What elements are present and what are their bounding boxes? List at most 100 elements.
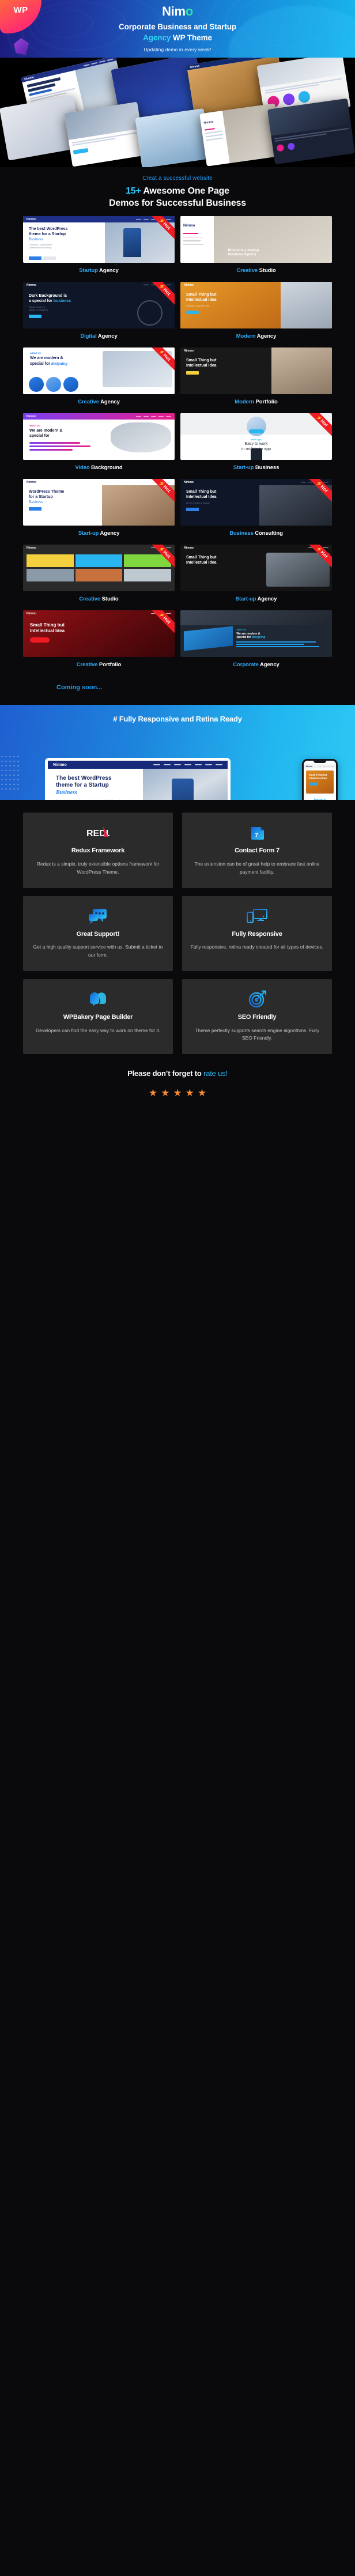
demo-label-highlight: Startup xyxy=(79,267,98,274)
demo-label-rest: Agency xyxy=(97,333,118,340)
demo-thumbnail[interactable]: Nimmo Small Thing but Intellectual Idea We … xyxy=(180,479,332,526)
feature-description: Developers can find the easy way to work… xyxy=(36,1027,160,1033)
demo-label: Business Consulting xyxy=(180,530,332,537)
demo-thumbnail[interactable]: Nimmo WordPress Theme for a Startup Busines… xyxy=(23,479,175,526)
feature-title: WPBakery Page Builder xyxy=(63,1013,133,1021)
demo-card[interactable]: Nimmo Small Thing but Intellectual Idea ⚡Ho… xyxy=(180,545,332,606)
laptop-hero-image xyxy=(143,769,228,800)
demo-card[interactable]: Nimmo The best WordPress theme for a Start… xyxy=(23,216,175,277)
demos-title-line2: Demos for Successful Business xyxy=(109,198,246,209)
svg-text:7: 7 xyxy=(255,832,258,839)
demo-label-rest: Agency xyxy=(259,662,280,668)
chat-bubbles-icon xyxy=(31,906,165,926)
demo-label: Startup Agency xyxy=(23,267,175,274)
star-icon[interactable]: ★ xyxy=(173,1088,182,1098)
demo-thumbnail[interactable]: Nimmo ABOUT US We are modern & special for xyxy=(23,413,175,460)
demo-label-rest: Agency xyxy=(100,530,120,537)
phone-mockup: Nimmo Small Thing but Intellectual Idea … xyxy=(302,759,338,800)
demo-label-rest: Consulting xyxy=(255,530,283,537)
rating-stars[interactable]: ★ ★ ★ ★ ★ xyxy=(0,1088,355,1098)
phone-nav-logo: Nimmo xyxy=(306,765,312,768)
demo-thumbnail[interactable]: Nimmo ⚡Hot xyxy=(23,545,175,592)
feature-title: Great Support! xyxy=(76,930,120,938)
star-icon[interactable]: ★ xyxy=(198,1088,206,1098)
star-icon[interactable]: ★ xyxy=(149,1088,157,1098)
demo-thumbnail[interactable]: Nimmo Small Thing but Intellectual Idea xyxy=(180,348,332,395)
demo-thumbnail[interactable]: Nimmo Small Thing but Intellectual Idea ⚡Ho… xyxy=(23,610,175,658)
demo-label-highlight: Creative xyxy=(79,596,101,603)
demo-card[interactable]: Nimmo Small Thing but Intellectual Idea Con… xyxy=(180,282,332,343)
demo-card[interactable]: Nimmo Small Thing but Intellectual Idea ⚡Ho… xyxy=(23,610,175,671)
demo-label: Digital Agency xyxy=(23,333,175,339)
laptop-headline-line2: theme for a Startup xyxy=(56,782,109,789)
demo-label-rest: Agency xyxy=(99,267,119,274)
dot-pattern xyxy=(0,754,21,791)
demo-thumbnail[interactable]: Nimmo Dark Background is a special for bus… xyxy=(23,282,175,329)
demo-label: Start-up Business xyxy=(180,464,332,471)
feature-title: Redux Framework xyxy=(71,847,125,855)
demo-thumbnail[interactable]: Nimmo Small Thing but Intellectual Idea ⚡Ho… xyxy=(180,545,332,592)
demo-label-rest: Agency xyxy=(257,596,277,603)
feature-title: Fully Responsive xyxy=(232,930,282,938)
collage-mockup xyxy=(267,98,355,165)
demos-grid: Nimmo The best WordPress theme for a Start… xyxy=(0,209,355,671)
demo-label: Corporate Agency xyxy=(180,662,332,668)
wpbakery-logo-icon xyxy=(31,989,165,1009)
footer-title: Please don’t forget to rate us! xyxy=(0,1069,355,1078)
phone-navbar: Nimmo xyxy=(304,764,336,769)
demo-label-highlight: Business xyxy=(229,530,254,537)
demo-thumbnail[interactable]: Nimmo The best WordPress theme for a Start… xyxy=(23,216,175,263)
feature-title: Contact Form 7 xyxy=(235,847,280,855)
coming-soon-label: Coming soon... xyxy=(56,684,103,692)
feature-title: SEO Friendly xyxy=(237,1013,277,1021)
contact-form-icon: 7 xyxy=(190,823,324,843)
demo-thumbnail[interactable]: Nimmo Nimmo is a startup business Agency xyxy=(180,216,332,263)
collage-mockup xyxy=(64,101,146,167)
demo-card[interactable]: ABOUT US We are modern & special for desig… xyxy=(180,610,332,671)
mockup-collage: Nimmo Nimmo Nimmo xyxy=(0,58,355,167)
demo-label-rest: Studio xyxy=(259,267,276,274)
laptop-headline-line1: The best WordPress xyxy=(56,775,112,782)
demo-card[interactable]: Nimmo Nimmo is a startup business Agency Cr… xyxy=(180,216,332,277)
collage-mockup xyxy=(135,108,211,167)
phone-notch xyxy=(314,761,326,764)
demo-thumbnail[interactable]: ABOUT US We are modern & special for desig… xyxy=(180,610,332,658)
demo-label: Creative Portfolio xyxy=(23,662,175,668)
demos-title: 15+ Awesome One Page Demos for Successfu… xyxy=(0,185,355,209)
demo-card[interactable]: Nimmo ABOUT US We are modern & special for V… xyxy=(23,413,175,474)
demo-card[interactable]: Mobile AppsEasy to workin mobile by app⚡… xyxy=(180,413,332,474)
demo-card[interactable]: Nimmo ⚡Hot Creative Studio xyxy=(23,545,175,606)
demo-label-highlight: Modern xyxy=(236,333,256,340)
demo-card[interactable]: Nimmo Small Thing but Intellectual Idea Mod… xyxy=(180,348,332,409)
demo-label: Modern Portfolio xyxy=(180,399,332,405)
feature-card: Fully Responsive Fully responsive, retina… xyxy=(182,896,332,971)
demo-label-rest: Portfolio xyxy=(255,399,278,406)
hero-tagline-rest: WP Theme xyxy=(172,33,212,42)
demo-thumbnail[interactable]: ABOUT US We are modern & special for desig… xyxy=(23,348,175,395)
demo-label-highlight: Creative xyxy=(76,662,98,668)
feature-card: 7 Contact Form 7 The extension can be of g… xyxy=(182,813,332,888)
demo-card[interactable]: Nimmo WordPress Theme for a Startup Busines… xyxy=(23,479,175,540)
star-icon[interactable]: ★ xyxy=(161,1088,169,1098)
feature-card: Great Support! Get a high quality support… xyxy=(23,896,173,971)
feature-description: Get a high quality support service with … xyxy=(33,944,163,958)
star-icon[interactable]: ★ xyxy=(186,1088,194,1098)
demo-label: Creative Agency xyxy=(23,399,175,405)
demo-thumbnail[interactable]: Nimmo Small Thing but Intellectual Idea Con… xyxy=(180,282,332,329)
laptop-headline: The best WordPress theme for a Startup B… xyxy=(56,775,143,796)
feature-card: SEO Friendly Theme perfectly supports sea… xyxy=(182,979,332,1055)
responsive-banner-title: # Fully Responsive and Retina Ready xyxy=(113,715,242,724)
phone-hero: Small Thing but Intellectual Idea xyxy=(306,770,334,794)
demo-label-highlight: Creative xyxy=(78,399,99,406)
demos-title-line1: Awesome One Page xyxy=(143,186,229,196)
laptop-headline-italic: Business xyxy=(56,789,77,796)
redux-logo-icon: REDUX xyxy=(31,823,165,843)
demo-label-highlight: Start-up xyxy=(235,596,256,603)
laptop-mockup: Nimmo The best WordPress theme for a Sta… xyxy=(45,758,231,800)
demo-card[interactable]: ABOUT US We are modern & special for desig… xyxy=(23,348,175,409)
demo-thumbnail[interactable]: Mobile AppsEasy to workin mobile by app⚡… xyxy=(180,413,332,460)
phone-cta-button[interactable] xyxy=(309,783,318,786)
demo-card[interactable]: Nimmo Small Thing but Intellectual Idea We … xyxy=(180,479,332,540)
brand-logo-accent: o xyxy=(185,4,193,18)
demo-card[interactable]: Nimmo Dark Background is a special for bus… xyxy=(23,282,175,343)
